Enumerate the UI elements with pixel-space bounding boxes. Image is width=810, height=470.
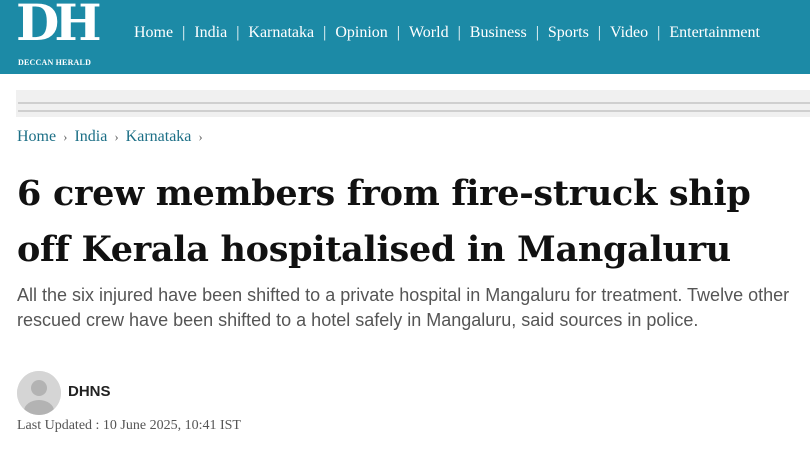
last-updated: Last Updated : 10 June 2025, 10:41 IST: [17, 418, 241, 433]
nav-item-entertainment[interactable]: Entertainment: [669, 24, 760, 42]
nav-separator: |: [236, 24, 240, 41]
breadcrumb: Home › India › Karnataka ›: [17, 128, 210, 146]
breadcrumb-karnataka[interactable]: Karnataka: [126, 128, 192, 146]
article-headline: 6 crew members from fire-struck ship off…: [17, 173, 751, 270]
author-name[interactable]: DHNS: [68, 383, 111, 400]
nav-separator: |: [182, 24, 186, 41]
breadcrumb-separator: ›: [198, 129, 203, 144]
main-nav: Home | India | Karnataka | Opinion | Wor…: [134, 24, 760, 42]
logo-name: DECCAN HERALD: [18, 58, 92, 67]
nav-item-karnataka[interactable]: Karnataka: [248, 24, 314, 42]
nav-separator: |: [457, 24, 461, 41]
breadcrumb-home[interactable]: Home: [17, 128, 56, 146]
ad-divider-line: [18, 102, 810, 104]
nav-item-home[interactable]: Home: [134, 24, 173, 42]
breadcrumb-india[interactable]: India: [74, 128, 107, 146]
nav-item-opinion[interactable]: Opinion: [335, 24, 387, 42]
nav-item-business[interactable]: Business: [470, 24, 527, 42]
ad-divider-line: [18, 110, 810, 112]
nav-item-sports[interactable]: Sports: [548, 24, 589, 42]
nav-separator: |: [323, 24, 327, 41]
deccan-herald-logo[interactable]: DH DECCAN HERALD: [16, 0, 102, 70]
nav-item-india[interactable]: India: [194, 24, 227, 42]
article-summary: All the six injured have been shifted to…: [17, 285, 790, 330]
breadcrumb-separator: ›: [114, 129, 119, 144]
nav-item-video[interactable]: Video: [610, 24, 648, 42]
author-avatar[interactable]: [17, 371, 61, 415]
nav-separator: |: [657, 24, 661, 41]
nav-item-world[interactable]: World: [409, 24, 449, 42]
nav-separator: |: [396, 24, 400, 41]
user-avatar-icon: [17, 371, 61, 415]
logo-mark: DH: [16, 0, 102, 52]
site-header: DH DECCAN HERALD Home | India | Karnatak…: [0, 0, 810, 74]
nav-separator: |: [597, 24, 601, 41]
breadcrumb-separator: ›: [63, 129, 68, 144]
nav-separator: |: [535, 24, 539, 41]
